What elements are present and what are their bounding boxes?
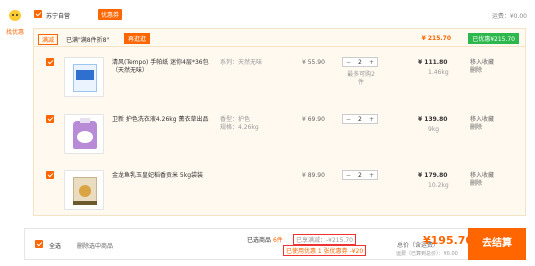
promo-tag: 满减	[38, 34, 59, 45]
item-actions: 移入收藏 删除	[470, 116, 494, 132]
item-subtotal: ¥ 111.80	[418, 59, 448, 66]
quantity-plus-button[interactable]: +	[369, 172, 374, 179]
product-name[interactable]: 金龙鱼乳玉皇妃稻香贡米 5kg袋装	[112, 172, 212, 180]
move-to-favorites-link[interactable]: 移入收藏	[470, 59, 494, 67]
checkout-bar: 全选 删除选中商品 已选商品 6件 已享满减：-¥215.70 已使用优惠 1 …	[24, 228, 526, 260]
store-checkbox[interactable]	[34, 10, 42, 18]
product-spec: 系列：天然无味	[220, 59, 263, 66]
selected-count: 已选商品 6件	[247, 235, 283, 244]
store-name[interactable]: 苏宁自营	[46, 11, 70, 20]
freight-label: 运费：¥0.00	[491, 13, 527, 20]
promo-discount-badge: 已优惠¥215.70	[468, 33, 519, 44]
quantity-stepper: − 2 +	[342, 170, 378, 180]
item-weight: 9kg	[428, 126, 440, 133]
product-name[interactable]: 清风(Tempo) 手帕纸 迷你4层*36包（天然无味）	[112, 59, 212, 75]
item-checkbox[interactable]	[46, 58, 54, 66]
discount-summary: 已享满减：-¥215.70	[293, 234, 356, 245]
product-image[interactable]	[64, 114, 104, 154]
item-actions: 移入收藏 删除	[470, 59, 494, 75]
quantity-plus-button[interactable]: +	[369, 116, 374, 123]
total-freight-note: 运费（已算到总价）：¥0.00	[396, 251, 458, 257]
unit-price: ¥ 89.90	[302, 172, 325, 179]
promo-bar: 满减 已满"满8件折8" 再逛逛 ¥ 215.70 已优惠¥215.70	[34, 29, 525, 47]
delete-selected-link[interactable]: 删除选中商品	[77, 241, 113, 250]
item-weight: 1.46kg	[428, 69, 449, 76]
coupon-badge[interactable]: 优惠券	[98, 9, 123, 20]
select-all-checkbox[interactable]	[35, 240, 43, 248]
move-to-favorites-link[interactable]: 移入收藏	[470, 116, 494, 124]
delete-link[interactable]: 删除	[470, 180, 494, 188]
unit-price: ¥ 55.90	[302, 59, 325, 66]
quantity-plus-button[interactable]: +	[369, 59, 374, 66]
product-image[interactable]	[64, 170, 104, 210]
selected-count-label: 已选商品	[247, 237, 272, 244]
total-price: ¥195.70	[423, 234, 474, 247]
quantity-minus-button[interactable]: −	[346, 172, 351, 179]
move-to-favorites-link[interactable]: 移入收藏	[470, 172, 494, 180]
promo-text: 已满"满8件折8"	[66, 37, 110, 44]
quantity-value[interactable]: 2	[358, 59, 362, 66]
quantity-value[interactable]: 2	[358, 172, 362, 179]
quantity-minus-button[interactable]: −	[346, 116, 351, 123]
selected-count-value: 6件	[272, 237, 283, 244]
select-all-label[interactable]: 全选	[49, 241, 61, 250]
cart-item: 卫新 护色洗衣液4.26kg 薰衣草出品 香型：护色 规格：4.26kg ¥ 6…	[34, 112, 525, 167]
delete-link[interactable]: 删除	[470, 67, 494, 75]
delete-link[interactable]: 删除	[470, 124, 494, 132]
item-checkbox[interactable]	[46, 115, 54, 123]
customer-service-icon[interactable]	[6, 10, 24, 24]
store-header: 找优惠 苏宁自营 优惠券 运费：¥0.00	[0, 0, 535, 36]
promo-panel: 满减 已满"满8件折8" 再逛逛 ¥ 215.70 已优惠¥215.70 清风(…	[33, 28, 526, 216]
cart-item: 清风(Tempo) 手帕纸 迷你4层*36包（天然无味） 系列：天然无味 ¥ 5…	[34, 55, 525, 110]
quantity-minus-button[interactable]: −	[346, 59, 351, 66]
coupon-summary[interactable]: 已使用优惠 1 张优惠券 -¥20	[283, 245, 367, 256]
item-subtotal: ¥ 179.80	[418, 172, 448, 179]
checkout-button[interactable]: 去结算	[468, 228, 526, 260]
item-subtotal: ¥ 139.80	[418, 116, 448, 123]
product-image[interactable]	[64, 57, 104, 97]
product-name[interactable]: 卫新 护色洗衣液4.26kg 薰衣草出品	[112, 116, 212, 124]
unit-price: ¥ 69.90	[302, 116, 325, 123]
customer-service-label[interactable]: 找优惠	[6, 27, 24, 36]
item-actions: 移入收藏 删除	[470, 172, 494, 188]
quantity-stepper: − 2 +	[342, 57, 378, 67]
quantity-value[interactable]: 2	[358, 116, 362, 123]
item-weight: 10.2kg	[428, 182, 449, 189]
item-checkbox[interactable]	[46, 171, 54, 179]
cart-item: 金龙鱼乳玉皇妃稻香贡米 5kg袋装 ¥ 89.90 − 2 + ¥ 179.80…	[34, 168, 525, 223]
quantity-stepper: − 2 +	[342, 114, 378, 124]
quantity-limit-note: 最多可购2件	[347, 71, 375, 86]
promo-sum: ¥ 215.70	[421, 35, 451, 42]
product-spec: 香型：护色 规格：4.26kg	[220, 116, 259, 131]
promo-link-button[interactable]: 再逛逛	[124, 33, 151, 44]
